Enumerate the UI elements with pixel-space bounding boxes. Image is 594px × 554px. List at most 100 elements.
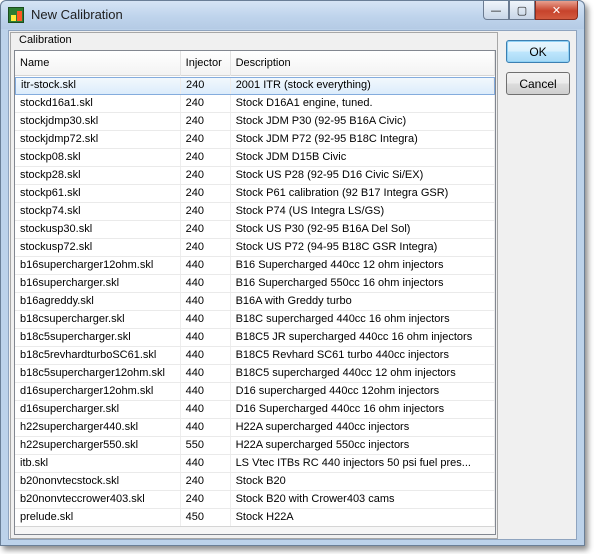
cell-name: stockusp30.skl [15, 221, 181, 238]
table-row[interactable]: d16supercharger12ohm.skl 440 D16 superchar… [15, 383, 495, 401]
cell-description: Stock US P30 (92-95 B16A Del Sol) [231, 221, 495, 238]
cell-name: itr-stock.skl [16, 78, 181, 94]
table-row[interactable]: itb.skl 440 LS Vtec ITBs RC 440 injectors … [15, 455, 495, 473]
cell-injector: 240 [181, 203, 231, 220]
cell-injector: 440 [181, 401, 231, 418]
column-header-description[interactable]: Description [231, 51, 495, 76]
cell-injector: 240 [181, 167, 231, 184]
column-header-name[interactable]: Name [15, 51, 181, 76]
cell-name: prelude.skl [15, 509, 181, 526]
table-row[interactable]: h22supercharger440.skl 440 H22A supercharg… [15, 419, 495, 437]
cell-injector: 240 [181, 221, 231, 238]
table-row[interactable]: b18c5supercharger.skl 440 B18C5 JR superch… [15, 329, 495, 347]
table-row[interactable]: b20nonvteccrower403.skl 240 Stock B20 with… [15, 491, 495, 509]
table-row[interactable]: stockp28.skl 240 Stock US P28 (92-95 D16 C… [15, 167, 495, 185]
table-row[interactable]: stockp74.skl 240 Stock P74 (US Integra LS/… [15, 203, 495, 221]
cell-description: Stock P61 calibration (92 B17 Integra GS… [231, 185, 495, 202]
cell-name: b16supercharger12ohm.skl [15, 257, 181, 274]
table-row[interactable]: b18c5supercharger12ohm.skl 440 B18C5 super… [15, 365, 495, 383]
cell-description: Stock D16A1 engine, tuned. [231, 95, 495, 112]
table-row[interactable]: b16supercharger.skl 440 B16 Supercharged 5… [15, 275, 495, 293]
cell-name: b18c5supercharger.skl [15, 329, 181, 346]
cell-description: B16 Supercharged 440cc 12 ohm injectors [231, 257, 495, 274]
cell-injector: 440 [181, 383, 231, 400]
table-row[interactable]: b20nonvtecstock.skl 240 Stock B20 [15, 473, 495, 491]
table-row[interactable]: d16supercharger.skl 440 D16 Supercharged 4… [15, 401, 495, 419]
cell-injector: 450 [181, 509, 231, 526]
cell-description: B18C5 JR supercharged 440cc 16 ohm injec… [231, 329, 495, 346]
cell-name: stockd16a1.skl [15, 95, 181, 112]
table-row[interactable]: b18c5revhardturboSC61.skl 440 B18C5 Revhar… [15, 347, 495, 365]
cell-name: b18c5supercharger12ohm.skl [15, 365, 181, 382]
table-row[interactable]: h22supercharger550.skl 550 H22A supercharg… [15, 437, 495, 455]
table-row[interactable]: b18csupercharger.skl 440 B18C supercharged… [15, 311, 495, 329]
cell-injector: 240 [181, 131, 231, 148]
list-bottom-edge [15, 526, 495, 534]
column-header-injector[interactable]: Injector [181, 51, 231, 76]
table-row[interactable]: b16supercharger12ohm.skl 440 B16 Superchar… [15, 257, 495, 275]
cell-injector: 240 [181, 78, 231, 94]
cell-description: Stock US P72 (94-95 B18C GSR Integra) [231, 239, 495, 256]
table-row[interactable]: b16agreddy.skl 440 B16A with Greddy turbo [15, 293, 495, 311]
list-header: Name Injector Description [15, 51, 495, 76]
cell-injector: 240 [181, 149, 231, 166]
cell-injector: 440 [181, 311, 231, 328]
cell-description: Stock P74 (US Integra LS/GS) [231, 203, 495, 220]
cell-description: LS Vtec ITBs RC 440 injectors 50 psi fue… [231, 455, 495, 472]
cell-description: Stock US P28 (92-95 D16 Civic Si/EX) [231, 167, 495, 184]
cell-description: D16 supercharged 440cc 12ohm injectors [231, 383, 495, 400]
table-row[interactable]: stockusp30.skl 240 Stock US P30 (92-95 B16… [15, 221, 495, 239]
cell-injector: 240 [181, 113, 231, 130]
minimize-button[interactable]: — [483, 1, 509, 20]
cell-name: stockjdmp30.skl [15, 113, 181, 130]
table-row[interactable]: itr-stock.skl 240 2001 ITR (stock everythi… [15, 77, 495, 95]
cell-description: B18C supercharged 440cc 16 ohm injectors [231, 311, 495, 328]
close-button[interactable]: ✕ [535, 1, 578, 20]
cell-name: b20nonvteccrower403.skl [15, 491, 181, 508]
cell-injector: 440 [181, 455, 231, 472]
cancel-button[interactable]: Cancel [506, 72, 570, 95]
cell-name: stockusp72.skl [15, 239, 181, 256]
maximize-button[interactable]: ▢ [509, 1, 535, 20]
cell-name: b16supercharger.skl [15, 275, 181, 292]
table-row[interactable]: stockd16a1.skl 240 Stock D16A1 engine, tun… [15, 95, 495, 113]
cell-injector: 240 [181, 185, 231, 202]
cell-injector: 240 [181, 473, 231, 490]
ok-button[interactable]: OK [506, 40, 570, 63]
cell-description: Stock H22A [231, 509, 495, 526]
table-row[interactable]: stockp08.skl 240 Stock JDM D15B Civic [15, 149, 495, 167]
cell-injector: 440 [181, 293, 231, 310]
cell-description: B16 Supercharged 550cc 16 ohm injectors [231, 275, 495, 292]
cell-name: stockp28.skl [15, 167, 181, 184]
cell-injector: 240 [181, 239, 231, 256]
list-rows: itr-stock.skl 240 2001 ITR (stock everythi… [15, 77, 495, 527]
title-bar[interactable]: New Calibration — ▢ ✕ [1, 1, 584, 29]
cell-name: stockjdmp72.skl [15, 131, 181, 148]
cell-injector: 440 [181, 275, 231, 292]
cell-injector: 440 [181, 329, 231, 346]
cell-name: d16supercharger12ohm.skl [15, 383, 181, 400]
table-row[interactable]: stockp61.skl 240 Stock P61 calibration (92… [15, 185, 495, 203]
calibration-group-label: Calibration [19, 34, 72, 46]
calibration-list[interactable]: Name Injector Description itr-stock.skl 2… [14, 50, 496, 535]
cell-description: B18C5 Revhard SC61 turbo 440cc injectors [231, 347, 495, 364]
cell-description: Stock JDM P30 (92-95 B16A Civic) [231, 113, 495, 130]
cell-name: stockp74.skl [15, 203, 181, 220]
cell-name: stockp61.skl [15, 185, 181, 202]
dialog-client: Calibration Name Injector Description it… [8, 30, 577, 540]
table-row[interactable]: prelude.skl 450 Stock H22A [15, 509, 495, 527]
cell-description: Stock B20 with Crower403 cams [231, 491, 495, 508]
table-row[interactable]: stockjdmp72.skl 240 Stock JDM P72 (92-95 B… [15, 131, 495, 149]
cell-description: H22A supercharged 550cc injectors [231, 437, 495, 454]
table-row[interactable]: stockusp72.skl 240 Stock US P72 (94-95 B18… [15, 239, 495, 257]
cell-description: B16A with Greddy turbo [231, 293, 495, 310]
table-row[interactable]: stockjdmp30.skl 240 Stock JDM P30 (92-95 B… [15, 113, 495, 131]
cell-injector: 240 [181, 95, 231, 112]
cell-description: B18C5 supercharged 440cc 12 ohm injector… [231, 365, 495, 382]
window-title: New Calibration [31, 7, 123, 22]
cell-name: b16agreddy.skl [15, 293, 181, 310]
cell-injector: 440 [181, 257, 231, 274]
cell-name: stockp08.skl [15, 149, 181, 166]
cell-description: 2001 ITR (stock everything) [231, 78, 495, 94]
cell-injector: 440 [181, 365, 231, 382]
